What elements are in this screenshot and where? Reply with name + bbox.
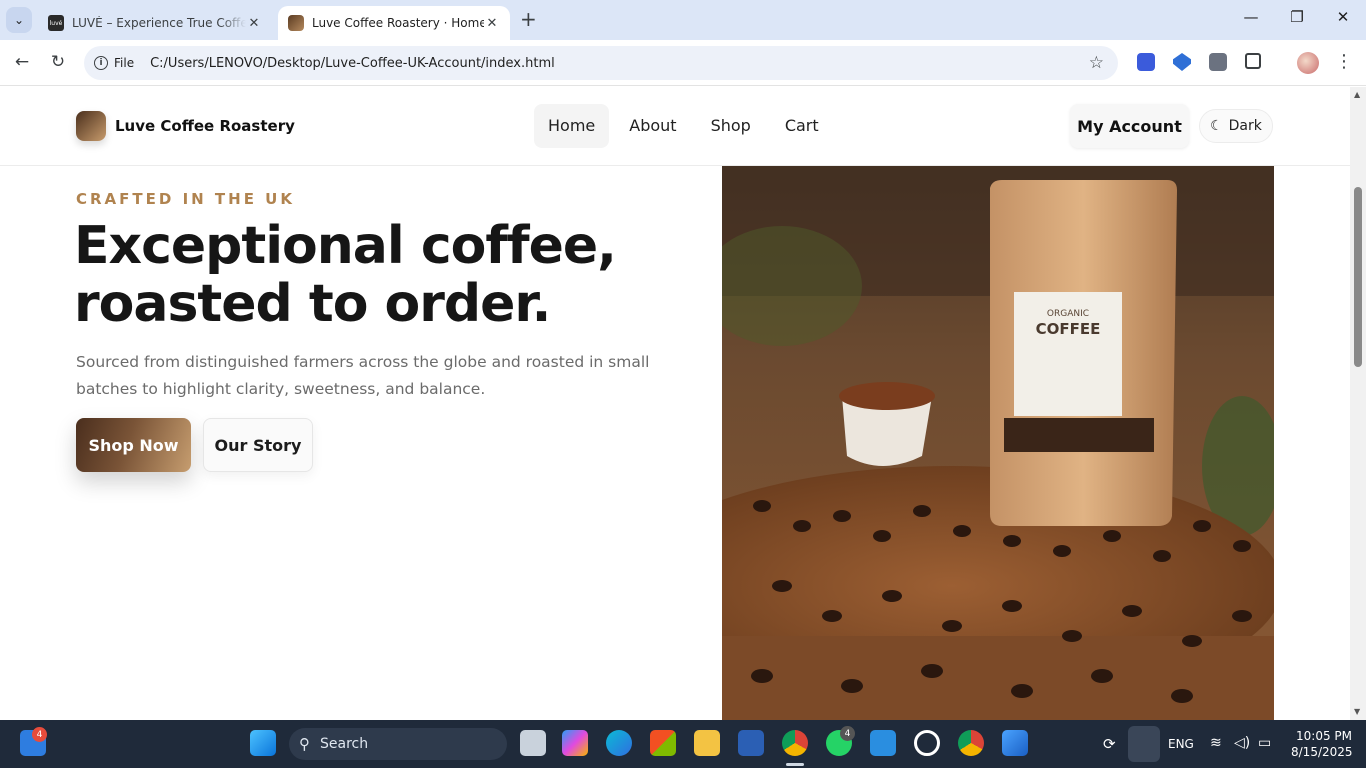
taskbar-search-label: Search [320, 736, 369, 752]
dark-mode-toggle[interactable]: ☾ Dark [1199, 109, 1273, 143]
page-viewport: Luve Coffee Roastery Home About Shop Car… [0, 87, 1350, 720]
nav-home[interactable]: Home [534, 104, 610, 148]
shop-now-button[interactable]: Shop Now [76, 418, 191, 472]
vscode-icon[interactable] [870, 730, 896, 756]
our-story-button[interactable]: Our Story [203, 418, 313, 472]
hero-title: Exceptional coffee, roasted to order. [74, 216, 617, 334]
tab-title: LUVÉ – Experience True Coffee E [72, 16, 246, 30]
page-scrollbar[interactable]: ▲ ▼ [1350, 87, 1366, 720]
task-view-icon[interactable] [520, 730, 546, 756]
file-explorer-icon[interactable] [694, 730, 720, 756]
tab-search-button[interactable]: ⌄ [6, 7, 32, 33]
extensions-puzzle-icon[interactable] [1245, 53, 1261, 69]
back-arrow-icon[interactable]: ← [11, 52, 33, 72]
hero-subtitle: Sourced from distinguished farmers acros… [76, 353, 650, 398]
extension-grid-icon[interactable] [1209, 53, 1227, 71]
nav-cart[interactable]: Cart [771, 104, 833, 148]
my-account-button[interactable]: My Account [1070, 104, 1189, 148]
chrome-profile-icon[interactable] [958, 730, 984, 756]
copilot-icon[interactable] [562, 730, 588, 756]
address-bar[interactable]: i File C:/Users/LENOVO/Desktop/Luve-Coff… [84, 46, 1118, 80]
nav-shop[interactable]: Shop [697, 104, 765, 148]
whatsapp-badge: 4 [840, 726, 855, 741]
tray-sync-icon[interactable]: ⟳ [1103, 735, 1116, 753]
chrome-icon[interactable] [782, 730, 808, 756]
browser-tabstrip: ⌄ luvé LUVÉ – Experience True Coffee E ✕… [0, 0, 1366, 40]
nav-about[interactable]: About [615, 104, 690, 148]
extension-wave-icon[interactable] [1137, 53, 1155, 71]
wifi-icon[interactable]: ≋ [1210, 735, 1222, 751]
hero-kicker: CRAFTED IN THE UK [76, 190, 295, 208]
url-scheme-label: File [114, 56, 135, 70]
battery-icon[interactable]: ▭ [1258, 735, 1271, 751]
scroll-up-icon[interactable]: ▲ [1354, 90, 1360, 99]
tab-title: Luve Coffee Roastery · Home [312, 16, 484, 30]
volume-icon[interactable]: ◁) [1234, 735, 1250, 751]
brand-logo-icon [76, 111, 106, 141]
taskbar: 4 ⚲ Search 4 ⟳ ENG ≋ ◁) ▭ 10:05 PM 8/15/… [0, 720, 1366, 768]
scroll-down-icon[interactable]: ▼ [1354, 707, 1360, 716]
bag-label-main: COFFEE [1036, 320, 1101, 338]
bookmark-star-icon[interactable]: ☆ [1089, 53, 1104, 73]
hero-coffee-image: ORGANIC COFFEE [722, 166, 1274, 720]
moon-icon: ☾ [1210, 118, 1223, 134]
microphone-icon[interactable] [1128, 726, 1160, 762]
window-close-icon[interactable]: ✕ [1328, 8, 1358, 26]
bag-label-top: ORGANIC [1047, 309, 1089, 319]
roastery-favicon-icon [288, 15, 304, 31]
app-circle-icon[interactable] [914, 730, 940, 756]
site-header: Luve Coffee Roastery Home About Shop Car… [0, 87, 1350, 166]
taskbar-search[interactable]: ⚲ Search [289, 728, 507, 760]
clock-time[interactable]: 10:05 PM [1296, 729, 1352, 743]
language-indicator[interactable]: ENG [1168, 737, 1194, 751]
info-icon[interactable]: i [94, 56, 108, 70]
tab-luve-roastery-home[interactable]: Luve Coffee Roastery · Home ✕ [278, 6, 510, 40]
windows-start-icon[interactable] [250, 730, 276, 756]
theme-toggle-label: Dark [1228, 118, 1262, 134]
close-icon[interactable]: ✕ [246, 16, 262, 31]
search-icon: ⚲ [299, 735, 310, 753]
extension-cap-icon[interactable] [1173, 53, 1191, 71]
main-nav: Home About Shop Cart [534, 104, 833, 148]
minimize-icon[interactable]: — [1236, 8, 1266, 26]
browser-menu-icon[interactable]: ⋮ [1335, 51, 1353, 72]
word-icon[interactable] [738, 730, 764, 756]
brand[interactable]: Luve Coffee Roastery [76, 111, 295, 141]
brand-name: Luve Coffee Roastery [115, 117, 295, 135]
url-text[interactable]: C:/Users/LENOVO/Desktop/Luve-Coffee-UK-A… [150, 56, 555, 71]
profile-avatar[interactable] [1297, 52, 1319, 74]
widgets-badge: 4 [32, 727, 47, 742]
new-tab-plus-icon[interactable]: + [520, 9, 537, 29]
chrome-active-indicator [786, 763, 804, 766]
photos-icon[interactable] [1002, 730, 1028, 756]
restore-icon[interactable]: ❐ [1282, 8, 1312, 26]
luve-favicon-icon: luvé [48, 15, 64, 31]
chevron-down-icon: ⌄ [13, 13, 25, 27]
microsoft-store-icon[interactable] [650, 730, 676, 756]
edge-icon[interactable] [606, 730, 632, 756]
clock-date[interactable]: 8/15/2025 [1291, 745, 1353, 759]
tab-luve-experience[interactable]: luvé LUVÉ – Experience True Coffee E ✕ [38, 6, 272, 40]
coffee-bag-illustration: ORGANIC COFFEE [722, 166, 1274, 720]
browser-toolbar: ← ↻ i File C:/Users/LENOVO/Desktop/Luve-… [0, 40, 1366, 86]
scrollbar-thumb[interactable] [1354, 187, 1362, 367]
reload-icon[interactable]: ↻ [47, 52, 69, 72]
close-icon[interactable]: ✕ [484, 16, 500, 31]
